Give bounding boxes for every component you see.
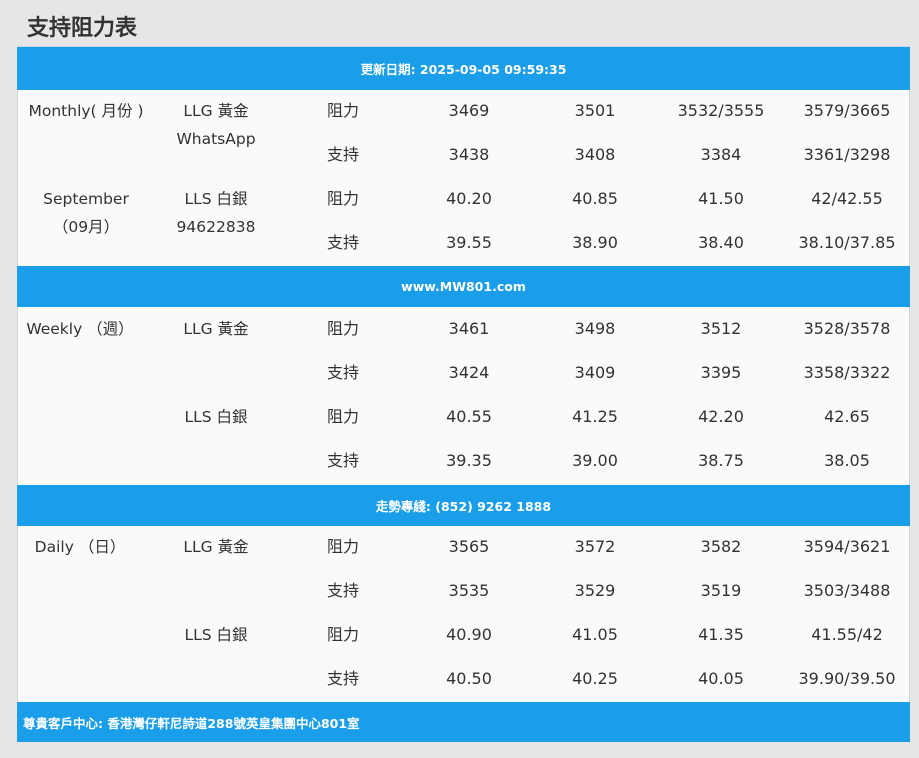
level-value: 3512 <box>700 319 742 338</box>
instrument-label-lls: LLS 白銀 <box>184 408 248 426</box>
level-value: 3469 <box>448 101 490 120</box>
level-value: 40.20 <box>446 189 492 208</box>
level-value: 40.25 <box>572 669 618 688</box>
level-value: 3395 <box>700 363 742 382</box>
level-value: 42.65 <box>824 407 870 426</box>
level-value: 40.50 <box>446 669 492 688</box>
level-value: 3594/3621 <box>803 537 891 556</box>
address-bar: 尊貴客戶中心: 香港灣仔軒尼詩道288號英皇集團中心801室 <box>17 702 910 742</box>
level-value: 42/42.55 <box>811 189 883 208</box>
hotline-bar: 走勢專綫: (852) 9262 1888 <box>17 485 910 526</box>
level-value: 38.90 <box>572 233 618 252</box>
instrument-label-lls: LLS 白銀 <box>184 190 248 208</box>
level-value: 3498 <box>574 319 616 338</box>
row-type-label: 阻力 <box>326 407 360 426</box>
level-value: 40.85 <box>572 189 618 208</box>
level-value: 3535 <box>448 581 490 600</box>
level-value: 39.55 <box>446 233 492 252</box>
instrument-label-llg: LLG 黃金 <box>183 102 249 120</box>
instrument-label-llg: LLG 黃金 <box>183 538 249 556</box>
level-value: 39.00 <box>572 451 618 470</box>
period-label-month-number: （09月） <box>52 218 120 236</box>
level-value: 38.40 <box>698 233 744 252</box>
level-value: 3579/3665 <box>803 101 891 120</box>
row-type-label: 阻力 <box>326 101 360 120</box>
level-value: 3501 <box>574 101 616 120</box>
level-value: 39.90/39.50 <box>798 669 896 688</box>
level-value: 3572 <box>574 537 616 556</box>
level-value: 39.35 <box>446 451 492 470</box>
level-value: 38.05 <box>824 451 870 470</box>
instrument-label-llg: LLG 黃金 <box>183 320 249 338</box>
row-type-label: 阻力 <box>326 189 360 208</box>
level-value: 3461 <box>448 319 490 338</box>
level-value: 41.05 <box>572 625 618 644</box>
level-value: 3384 <box>700 145 742 164</box>
row-type-label: 阻力 <box>326 537 360 556</box>
level-value: 3528/3578 <box>803 319 891 338</box>
row-type-label: 支持 <box>326 233 360 252</box>
period-label-monthly: Monthly( 月份 ) <box>28 102 144 120</box>
row-type-label: 支持 <box>326 451 360 470</box>
update-date-bar: 更新日期: 2025-09-05 09:59:35 <box>17 47 910 90</box>
level-value: 41.55/42 <box>811 625 883 644</box>
row-type-label: 支持 <box>326 363 360 382</box>
level-value: 41.35 <box>698 625 744 644</box>
level-value: 3519 <box>700 581 742 600</box>
level-value: 3438 <box>448 145 490 164</box>
period-label-daily: Daily （日） <box>34 538 126 556</box>
level-value: 3503/3488 <box>803 581 891 600</box>
period-label-month-name: September <box>43 190 129 208</box>
level-value: 3565 <box>448 537 490 556</box>
contact-whatsapp-label: WhatsApp <box>176 130 256 148</box>
website-bar: www.MW801.com <box>17 266 910 307</box>
level-value: 41.50 <box>698 189 744 208</box>
row-type-label: 支持 <box>326 669 360 688</box>
row-type-label: 支持 <box>326 145 360 164</box>
row-type-label: 阻力 <box>326 319 360 338</box>
level-value: 40.55 <box>446 407 492 426</box>
level-value: 3361/3298 <box>803 145 891 164</box>
level-value: 3358/3322 <box>803 363 891 382</box>
level-value: 3582 <box>700 537 742 556</box>
period-label-weekly: Weekly （週） <box>26 320 134 338</box>
level-value: 3529 <box>574 581 616 600</box>
level-value: 41.25 <box>572 407 618 426</box>
row-type-label: 阻力 <box>326 625 360 644</box>
level-value: 3409 <box>574 363 616 382</box>
level-value: 40.90 <box>446 625 492 644</box>
level-value: 38.75 <box>698 451 744 470</box>
page-title: 支持阻力表 <box>27 16 138 41</box>
level-value: 38.10/37.85 <box>798 233 896 252</box>
instrument-label-lls: LLS 白銀 <box>184 626 248 644</box>
level-value: 3424 <box>448 363 490 382</box>
level-value: 42.20 <box>698 407 744 426</box>
row-type-label: 支持 <box>326 581 360 600</box>
contact-number: 94622838 <box>176 218 256 236</box>
level-value: 3532/3555 <box>677 101 765 120</box>
level-value: 40.05 <box>698 669 744 688</box>
level-value: 3408 <box>574 145 616 164</box>
